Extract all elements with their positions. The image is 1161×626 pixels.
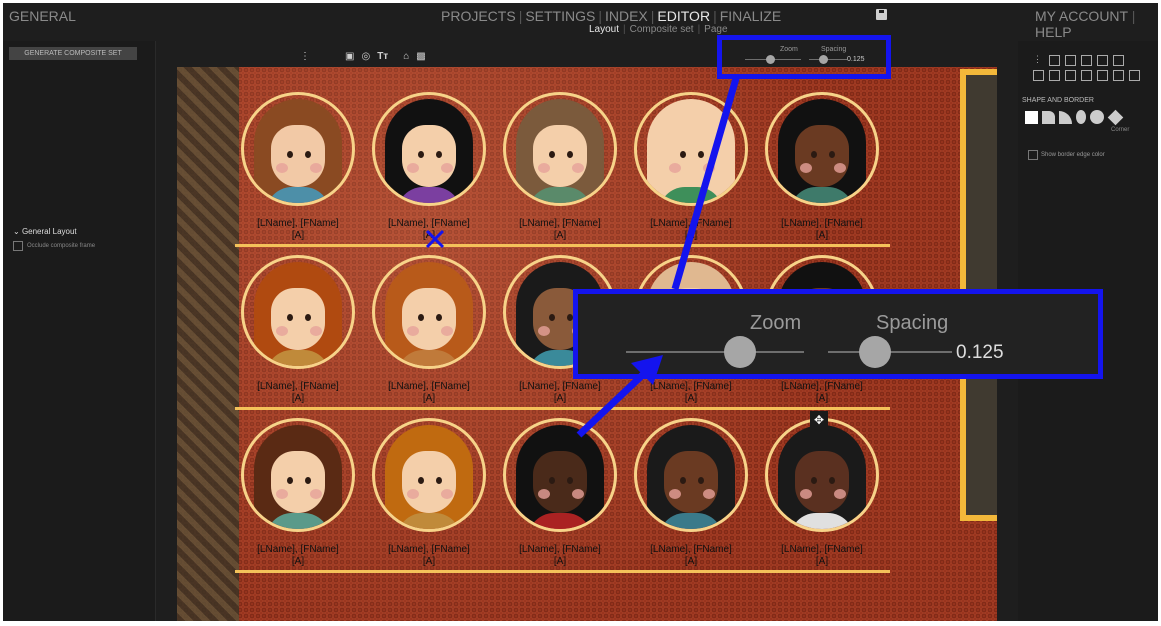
annotation-arrow-line [671, 74, 741, 290]
annotation-arrow-line [576, 364, 654, 438]
annotation-arrows [576, 74, 741, 438]
app-window: GENERAL PROJECTS | SETTINGS | INDEX | EDITO… [3, 3, 1158, 621]
